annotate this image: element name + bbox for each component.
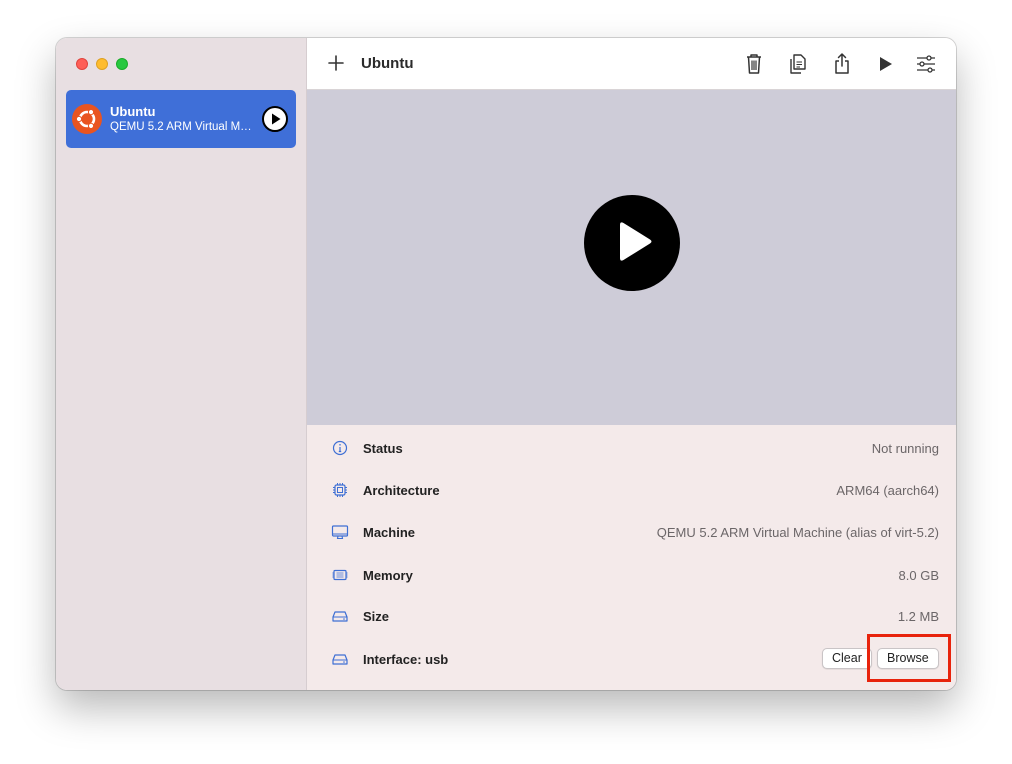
- plus-icon[interactable]: [326, 53, 346, 73]
- app-window: Ubuntu QEMU 5.2 ARM Virtual Machine (ali…: [56, 38, 956, 690]
- info-icon: [332, 440, 348, 456]
- window-controls: [76, 58, 128, 70]
- play-icon[interactable]: [874, 52, 896, 76]
- memory-label: Memory: [363, 567, 413, 583]
- detail-row-architecture: Architecture ARM64 (aarch64): [307, 475, 956, 505]
- browse-highlight-box: [867, 634, 951, 682]
- machine-label: Machine: [363, 524, 416, 540]
- interface-label: Interface: usb: [363, 651, 449, 667]
- sidebar: Ubuntu QEMU 5.2 ARM Virtual Machine (ali…: [56, 38, 307, 690]
- detail-row-interface: Interface: usb Clear Browse: [307, 644, 956, 674]
- memory-icon: [332, 569, 348, 581]
- drive-icon: [332, 654, 348, 665]
- display-icon: [331, 525, 349, 540]
- sidebar-item-ubuntu[interactable]: Ubuntu QEMU 5.2 ARM Virtual Machine (ali…: [66, 90, 296, 148]
- toolbar: Ubuntu: [307, 38, 956, 90]
- status-label: Status: [363, 440, 403, 456]
- vm-details: Status Not running Architecture ARM64 (a…: [307, 425, 956, 690]
- share-icon[interactable]: [831, 52, 853, 76]
- cpu-icon: [333, 483, 347, 497]
- play-circle-icon[interactable]: [261, 105, 289, 133]
- detail-row-memory: Memory 8.0 GB: [307, 560, 956, 590]
- detail-row-status: Status Not running: [307, 433, 956, 463]
- architecture-value: ARM64 (aarch64): [836, 482, 939, 498]
- vm-item-text: Ubuntu QEMU 5.2 ARM Virtual Machine (ali…: [110, 104, 261, 134]
- clear-button[interactable]: Clear: [822, 648, 872, 669]
- size-label: Size: [363, 608, 390, 624]
- trash-icon[interactable]: [743, 52, 765, 76]
- detail-row-size: Size 1.2 MB: [307, 601, 956, 631]
- vm-name: Ubuntu: [110, 104, 156, 119]
- vm-subtitle: QEMU 5.2 ARM Virtual Machine (alias of v…: [110, 121, 252, 133]
- vm-preview[interactable]: [307, 90, 956, 425]
- minimize-window-button[interactable]: [96, 58, 108, 70]
- ubuntu-logo-icon: [72, 104, 102, 134]
- detail-row-machine: Machine QEMU 5.2 ARM Virtual Machine (al…: [307, 517, 956, 547]
- toolbar-title: Ubuntu: [361, 55, 414, 72]
- close-window-button[interactable]: [76, 58, 88, 70]
- machine-value: QEMU 5.2 ARM Virtual Machine (alias of v…: [656, 524, 939, 540]
- maximize-window-button[interactable]: [116, 58, 128, 70]
- main-panel: Ubuntu Status Not running Architecture A…: [307, 38, 956, 690]
- settings-sliders-icon[interactable]: [915, 52, 937, 76]
- clone-icon[interactable]: [787, 52, 809, 76]
- memory-value: 8.0 GB: [898, 567, 939, 583]
- drive-icon: [332, 611, 348, 622]
- architecture-label: Architecture: [363, 482, 440, 498]
- big-play-icon[interactable]: [583, 194, 681, 292]
- size-value: 1.2 MB: [897, 608, 939, 624]
- status-value: Not running: [871, 440, 939, 456]
